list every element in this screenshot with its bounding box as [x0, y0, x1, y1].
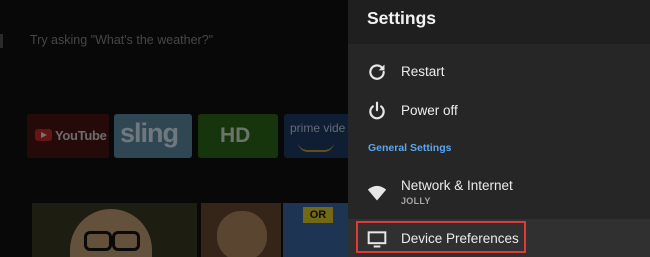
network-label: Network & Internet	[401, 178, 513, 193]
page-title: Settings	[367, 8, 437, 28]
restart-item[interactable]: Restart	[348, 52, 650, 92]
wifi-icon	[367, 185, 387, 201]
power-off-label: Power off	[401, 103, 458, 118]
settings-panel: Settings Restart Power off General Setti…	[348, 0, 650, 257]
power-off-item[interactable]: Power off	[348, 91, 650, 131]
restart-icon	[369, 64, 385, 80]
home-screen: Try asking "What's the weather?" YouTube…	[0, 0, 348, 257]
settings-header: Settings	[348, 0, 650, 44]
selection-highlight	[356, 221, 526, 253]
restart-label: Restart	[401, 64, 445, 79]
power-icon	[369, 101, 385, 120]
network-internet-item[interactable]: Network & Internet JOLLY	[348, 172, 650, 214]
network-sublabel: JOLLY	[401, 196, 431, 206]
section-heading: General Settings	[368, 142, 452, 154]
dim-overlay	[0, 0, 348, 257]
